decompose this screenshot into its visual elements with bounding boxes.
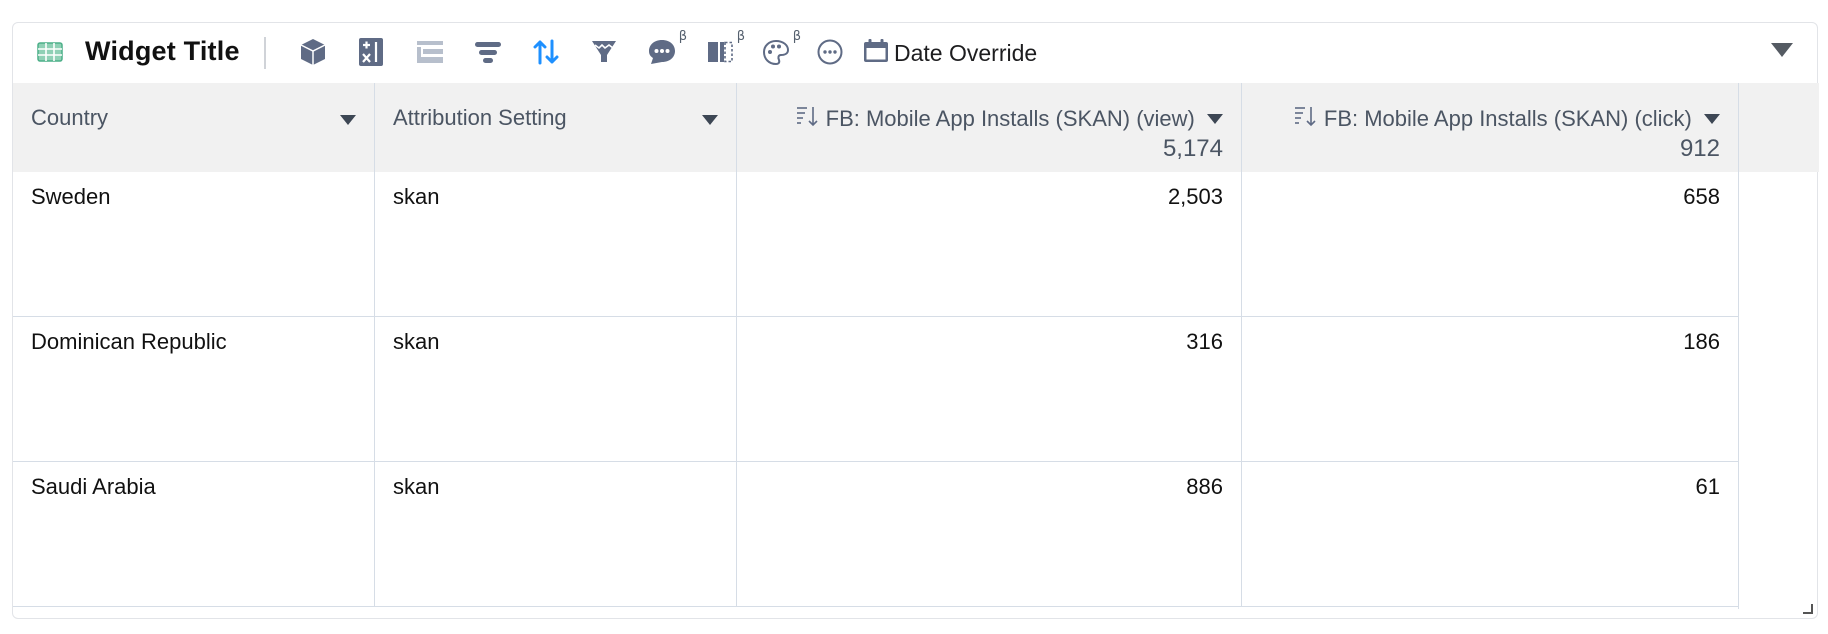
cell-attribution-setting: skan	[375, 317, 737, 461]
beta-badge: β	[792, 29, 801, 44]
beta-badge: β	[678, 29, 687, 44]
cell-value: 316	[1186, 329, 1223, 354]
cell-attribution-setting: skan	[375, 172, 737, 316]
cell-value: 658	[1683, 184, 1720, 209]
cell-value: Sweden	[31, 184, 111, 209]
date-override-label: Date Override	[894, 39, 1038, 66]
data-table: Country Attribution Setting FB: Mobile A…	[13, 83, 1819, 609]
date-override-button[interactable]: Date Override	[864, 36, 1037, 70]
cell-value: 2,503	[1167, 184, 1223, 209]
cell-installs-click: 61	[1242, 462, 1739, 606]
column-header-country[interactable]: Country	[13, 83, 375, 172]
beta-badge: β	[736, 29, 745, 44]
toolbar-divider	[264, 37, 266, 69]
column-header-label: FB: Mobile App Installs (SKAN) (click)	[1323, 106, 1692, 131]
table-row[interactable]: Saudi Arabia skan 886 61	[13, 462, 1739, 607]
filter-icon[interactable]	[471, 35, 505, 69]
column-total: 912	[1679, 135, 1720, 162]
resize-handle[interactable]	[1803, 604, 1813, 614]
column-header-installs-view[interactable]: FB: Mobile App Installs (SKAN) (view) 5,…	[737, 83, 1242, 172]
cell-installs-view: 886	[737, 462, 1242, 606]
chat-icon[interactable]: β	[645, 29, 687, 69]
cell-value: Saudi Arabia	[31, 474, 156, 499]
cell-value: Dominican Republic	[31, 329, 227, 354]
cell-value: 886	[1186, 474, 1223, 499]
table-row[interactable]: Dominican Republic skan 316 186	[13, 317, 1739, 462]
cell-value: 186	[1683, 329, 1720, 354]
column-menu-caret-icon[interactable]	[1704, 114, 1720, 124]
cell-value: skan	[393, 474, 440, 499]
column-menu-caret-icon[interactable]	[1207, 114, 1223, 124]
palette-icon[interactable]: β	[759, 29, 801, 69]
column-header-label: Attribution Setting	[393, 105, 567, 130]
cell-installs-view: 316	[737, 317, 1242, 461]
column-header-label: FB: Mobile App Installs (SKAN) (view)	[825, 106, 1195, 131]
cell-value: skan	[393, 329, 440, 354]
cell-value: skan	[393, 184, 440, 209]
column-total: 5,174	[1162, 135, 1223, 162]
table-row[interactable]: Sweden skan 2,503 658	[13, 172, 1739, 317]
table-icon	[33, 35, 67, 69]
column-header-label: Country	[31, 105, 109, 130]
column-menu-caret-icon[interactable]	[340, 115, 356, 125]
column-header-attribution-setting[interactable]: Attribution Setting	[375, 83, 737, 172]
widget-title[interactable]: Widget Title	[85, 36, 240, 67]
cell-installs-view: 2,503	[737, 172, 1242, 316]
funnel-icon[interactable]	[587, 35, 621, 69]
header-filler	[1739, 83, 1819, 172]
column-divider	[1738, 172, 1739, 609]
sort-descending-icon[interactable]	[796, 105, 820, 133]
calendar-icon	[864, 38, 888, 68]
sort-descending-icon[interactable]	[1294, 105, 1318, 133]
cell-country: Saudi Arabia	[13, 462, 375, 606]
layout-icon[interactable]	[413, 35, 447, 69]
column-header-installs-click[interactable]: FB: Mobile App Installs (SKAN) (click) 9…	[1242, 83, 1739, 172]
cell-installs-click: 658	[1242, 172, 1739, 316]
cube-icon[interactable]	[296, 35, 330, 69]
cell-attribution-setting: skan	[375, 462, 737, 606]
collapse-widget-button[interactable]	[1771, 43, 1793, 61]
more-icon[interactable]	[813, 35, 847, 69]
cell-installs-click: 186	[1242, 317, 1739, 461]
table-widget: Widget Title β β β Date Override Country…	[12, 22, 1819, 619]
cell-country: Dominican Republic	[13, 317, 375, 461]
calculator-icon[interactable]	[354, 35, 388, 69]
sort-arrows-icon[interactable]	[529, 35, 563, 69]
cell-country: Sweden	[13, 172, 375, 316]
widget-toolbar: Widget Title β β β Date Override	[13, 23, 1817, 83]
cell-value: 61	[1695, 474, 1720, 499]
split-panel-icon[interactable]: β	[703, 29, 745, 69]
column-menu-caret-icon[interactable]	[702, 115, 718, 125]
